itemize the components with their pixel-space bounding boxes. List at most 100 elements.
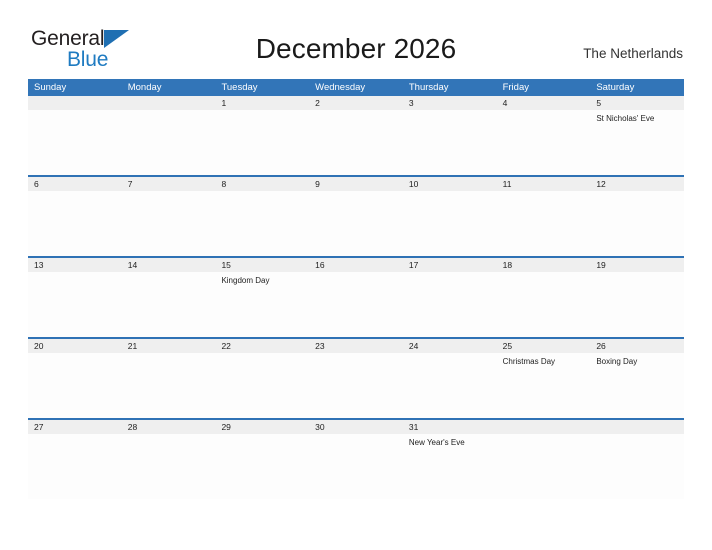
calendar-day-cell[interactable]: 12 — [590, 177, 685, 256]
day-events — [497, 191, 591, 194]
calendar-week-row: 13 14 15 Kingdom Day 16 17 18 19 — [28, 256, 685, 337]
day-number: 18 — [496, 258, 591, 272]
day-number: 10 — [402, 177, 497, 191]
day-number: 21 — [121, 339, 216, 353]
calendar-day-cell[interactable]: 30 — [309, 420, 403, 499]
day-number: 12 — [590, 177, 685, 191]
calendar-day-cell[interactable]: 27 — [28, 420, 122, 499]
day-events: Christmas Day — [497, 353, 591, 367]
calendar-day-cell[interactable]: 8 — [215, 177, 310, 256]
day-events — [215, 191, 309, 194]
calendar-day-cell[interactable]: 22 — [215, 339, 310, 418]
calendar-day-cell[interactable]: 14 — [121, 258, 216, 337]
calendar-day-cell[interactable]: 16 — [309, 258, 403, 337]
calendar-day-cell[interactable]: 10 — [402, 177, 497, 256]
day-number: 16 — [309, 258, 403, 272]
calendar-day-cell[interactable]: 31 New Year's Eve — [402, 420, 497, 499]
day-number: 5 — [590, 96, 685, 110]
day-events: Boxing Day — [590, 353, 684, 367]
day-events: New Year's Eve — [403, 434, 497, 448]
day-number: 11 — [496, 177, 591, 191]
calendar-day-cell[interactable]: 28 — [121, 420, 216, 499]
day-number — [590, 420, 685, 434]
calendar-weeks: 1 2 3 4 5 St Nicholas' Eve 6 7 8 9 10 11 12 13 14 15 Kin… — [28, 96, 685, 499]
calendar-week-row: 1 2 3 4 5 St Nicholas' Eve — [28, 96, 685, 175]
calendar-day-cell[interactable]: 6 — [28, 177, 122, 256]
calendar-day-cell[interactable]: 25 Christmas Day — [496, 339, 591, 418]
calendar-day-cell[interactable]: 11 — [496, 177, 591, 256]
calendar-week-days: 27 28 29 30 31 New Year's Eve — [28, 420, 685, 499]
calendar-day-cell[interactable]: 5 St Nicholas' Eve — [590, 96, 685, 175]
day-number: 19 — [590, 258, 685, 272]
day-number: 13 — [28, 258, 122, 272]
calendar-grid: Sunday Monday Tuesday Wednesday Thursday… — [28, 79, 685, 499]
weekday-header-row: Sunday Monday Tuesday Wednesday Thursday… — [28, 79, 684, 96]
day-number: 23 — [309, 339, 403, 353]
page-header: General Blue December 2026 The Netherlan… — [0, 0, 712, 70]
calendar-day-cell[interactable]: 15 Kingdom Day — [215, 258, 310, 337]
day-number: 28 — [121, 420, 216, 434]
calendar-week-row: 27 28 29 30 31 New Year's Eve — [28, 418, 685, 499]
day-number: 15 — [215, 258, 310, 272]
day-events — [215, 110, 309, 113]
day-events: St Nicholas' Eve — [590, 110, 684, 124]
holiday-event-label: Christmas Day — [502, 357, 556, 366]
day-events — [497, 434, 591, 437]
calendar-day-cell[interactable]: 13 — [28, 258, 122, 337]
weekday-saturday: Saturday — [596, 82, 635, 93]
day-events — [122, 353, 216, 356]
day-events — [497, 110, 591, 113]
calendar-day-cell[interactable]: 17 — [402, 258, 497, 337]
calendar-week-days: 6 7 8 9 10 11 12 — [28, 177, 685, 256]
calendar-day-cell[interactable]: 2 — [309, 96, 403, 175]
holiday-event-label: New Year's Eve — [408, 438, 465, 447]
calendar-day-cell[interactable]: 20 — [28, 339, 122, 418]
calendar-day-cell[interactable]: 23 — [309, 339, 403, 418]
region-label: The Netherlands — [583, 46, 683, 61]
calendar-day-cell[interactable]: 19 — [590, 258, 685, 337]
calendar-day-cell[interactable] — [590, 420, 685, 499]
calendar-day-cell[interactable]: 7 — [121, 177, 216, 256]
day-events — [28, 434, 122, 437]
holiday-event-label: St Nicholas' Eve — [596, 114, 655, 123]
day-events — [122, 110, 216, 113]
calendar-day-cell[interactable]: 1 — [215, 96, 310, 175]
day-number — [496, 420, 591, 434]
day-number: 3 — [402, 96, 497, 110]
calendar-day-cell[interactable]: 24 — [402, 339, 497, 418]
day-events — [28, 272, 122, 275]
calendar-day-cell[interactable]: 21 — [121, 339, 216, 418]
calendar-day-cell[interactable] — [28, 96, 122, 175]
day-number: 14 — [121, 258, 216, 272]
day-number: 6 — [28, 177, 122, 191]
day-events — [403, 110, 497, 113]
holiday-event-label: Boxing Day — [596, 357, 638, 366]
calendar-day-cell[interactable]: 29 — [215, 420, 310, 499]
calendar-day-cell[interactable] — [496, 420, 591, 499]
day-events — [497, 272, 591, 275]
calendar-day-cell[interactable]: 18 — [496, 258, 591, 337]
day-events — [122, 272, 216, 275]
day-events — [309, 110, 403, 113]
day-number — [28, 96, 122, 110]
day-number: 25 — [496, 339, 591, 353]
calendar-day-cell[interactable]: 9 — [309, 177, 403, 256]
day-events — [309, 272, 403, 275]
day-number: 24 — [402, 339, 497, 353]
weekday-sunday: Sunday — [34, 82, 67, 93]
day-events — [590, 272, 684, 275]
calendar-day-cell[interactable]: 4 — [496, 96, 591, 175]
day-number: 20 — [28, 339, 122, 353]
calendar-day-cell[interactable]: 26 Boxing Day — [590, 339, 685, 418]
calendar-day-cell[interactable]: 3 — [402, 96, 497, 175]
calendar-week-days: 20 21 22 23 24 25 Christmas Day 26 Boxing Day — [28, 339, 685, 418]
day-events — [215, 434, 309, 437]
calendar-week-days: 1 2 3 4 5 St Nicholas' Eve — [28, 96, 685, 175]
calendar-week-row: 20 21 22 23 24 25 Christmas Day 26 Boxing Day — [28, 337, 685, 418]
weekday-tuesday: Tuesday — [221, 82, 258, 93]
day-number: 22 — [215, 339, 310, 353]
day-events — [590, 434, 684, 437]
calendar-day-cell[interactable] — [121, 96, 216, 175]
day-number: 27 — [28, 420, 122, 434]
day-events — [590, 191, 684, 194]
